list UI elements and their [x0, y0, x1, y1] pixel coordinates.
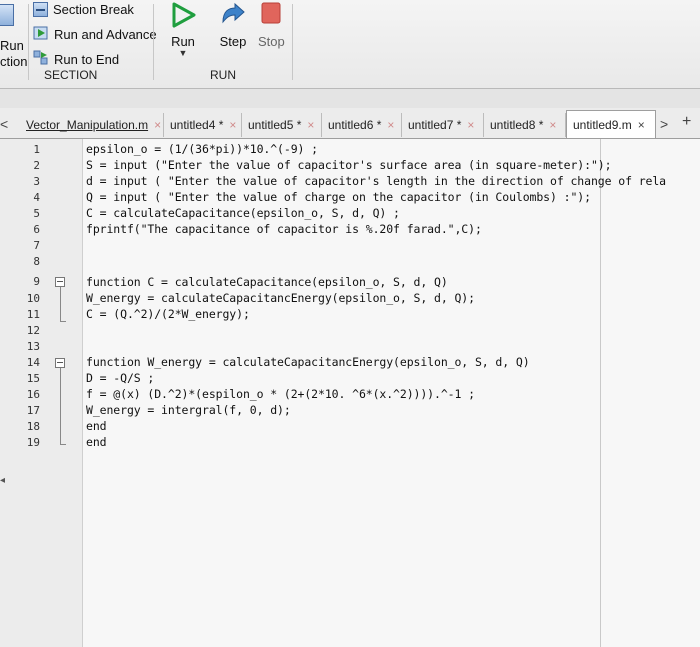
line-number: 4 [33, 191, 40, 204]
close-icon[interactable]: × [154, 118, 161, 132]
tab-label: untitled9.m [573, 117, 632, 132]
tab-untitled9-active[interactable]: untitled9.m × [566, 110, 656, 138]
tab-untitled8[interactable]: untitled8 * × [484, 113, 566, 137]
close-icon[interactable]: × [229, 118, 236, 132]
line-number: 11 [26, 308, 40, 321]
code-line[interactable]: W_energy = calculateCapacitancEnergy(eps… [86, 291, 475, 305]
line-number: 3 [33, 175, 40, 188]
tab-label: untitled8 * [490, 118, 544, 132]
line-number-gutter: 1 2 3 4 5 6 7 8 9 10 11 12 13 14 15 16 1… [0, 139, 83, 647]
tab-scroll-left-arrow[interactable]: < [0, 116, 8, 132]
line-number: 16 [26, 388, 40, 401]
fold-toggle-icon[interactable] [55, 358, 65, 368]
section-break-button[interactable]: Section Break [33, 2, 134, 17]
tab-untitled6[interactable]: untitled6 * × [322, 113, 402, 137]
run-to-end-button[interactable]: Run to End [33, 50, 119, 69]
line-number: 2 [33, 159, 40, 172]
fold-guide [60, 287, 61, 321]
section-group-label: SECTION [44, 68, 98, 82]
line-number: 5 [33, 207, 40, 220]
line-number: 17 [26, 404, 40, 417]
code-line[interactable]: S = input ("Enter the value of capacitor… [86, 158, 612, 172]
tab-label: Vector_Manipulation.m [26, 118, 149, 132]
line-number: 7 [33, 239, 40, 252]
line-number: 8 [33, 255, 40, 268]
editor-tab-bar: < Vector_Manipulation.m × untitled4 * × … [0, 108, 700, 139]
code-line[interactable]: fprintf("The capacitance of capacitor is… [86, 222, 482, 236]
toolstrip-collapse-strip [0, 89, 700, 108]
new-tab-plus-icon[interactable]: + [682, 113, 691, 131]
group-separator [28, 4, 29, 80]
tab-label: untitled7 * [408, 118, 462, 132]
fold-guide-end [60, 321, 66, 322]
run-section-icon[interactable] [0, 4, 14, 26]
line-number: 1 [33, 143, 40, 156]
tab-label: untitled6 * [328, 118, 382, 132]
code-line[interactable]: function W_energy = calculateCapacitancE… [86, 355, 530, 369]
fold-toggle-icon[interactable] [55, 277, 65, 287]
tab-untitled5[interactable]: untitled5 * × [242, 113, 322, 137]
tab-untitled7[interactable]: untitled7 * × [402, 113, 484, 137]
code-line[interactable]: d = input ( "Enter the value of capacito… [86, 174, 666, 188]
run-and-advance-icon [33, 25, 49, 44]
run-button[interactable]: Run ▼ [170, 2, 196, 58]
line-number: 19 [26, 436, 40, 449]
chevron-down-icon[interactable]: ▼ [179, 49, 188, 58]
run-play-icon [170, 2, 196, 28]
right-text-limit-line [600, 139, 601, 647]
tab-label: untitled5 * [248, 118, 302, 132]
section-break-icon [33, 2, 48, 17]
group-separator [153, 4, 154, 80]
close-icon[interactable]: × [638, 118, 645, 132]
code-line[interactable]: end [86, 435, 107, 449]
line-number: 10 [26, 292, 40, 305]
run-and-advance-button[interactable]: Run and Advance [33, 25, 157, 44]
stop-button[interactable]: Stop [258, 2, 285, 49]
tab-label: untitled4 * [170, 118, 224, 132]
code-editor[interactable]: 1 2 3 4 5 6 7 8 9 10 11 12 13 14 15 16 1… [0, 139, 700, 647]
code-line[interactable]: Q = input ( "Enter the value of charge o… [86, 190, 591, 204]
code-line[interactable]: W_energy = intergral(f, 0, d); [86, 403, 291, 417]
matlab-editor-window: Run ction Section Break Run and Advance [0, 0, 700, 647]
run-section-label-cut: ction [0, 54, 28, 69]
fold-guide [60, 368, 61, 444]
close-icon[interactable]: × [307, 118, 314, 132]
code-line[interactable]: end [86, 419, 107, 433]
code-line[interactable]: f = @(x) (D.^2)*(espilon_o * (2+(2*10. ^… [86, 387, 475, 401]
line-number: 14 [26, 356, 40, 369]
tab-untitled4[interactable]: untitled4 * × [164, 113, 242, 137]
code-line[interactable]: function C = calculateCapacitance(epsilo… [86, 275, 448, 289]
tab-scroll-right-arrow[interactable]: > [660, 116, 668, 132]
run-group-label: RUN [210, 68, 236, 82]
code-line[interactable]: C = calculateCapacitance(epsilon_o, S, d… [86, 206, 400, 220]
line-number: 13 [26, 340, 40, 353]
code-line[interactable]: D = -Q/S ; [86, 371, 154, 385]
step-icon [219, 2, 247, 28]
line-number: 9 [33, 275, 40, 288]
step-button[interactable]: Step [219, 2, 247, 49]
fold-guide-end [60, 444, 66, 445]
code-line[interactable]: C = (Q.^2)/(2*W_energy); [86, 307, 250, 321]
stop-icon [259, 2, 283, 28]
line-number: 15 [26, 372, 40, 385]
tab-vector-manipulation[interactable]: Vector_Manipulation.m × [20, 113, 164, 137]
code-line[interactable]: epsilon_o = (1/(36*pi))*10.^(-9) ; [86, 142, 318, 156]
line-number: 18 [26, 420, 40, 433]
collapsed-panel-caret-icon[interactable]: ◂ [0, 475, 6, 495]
close-icon[interactable]: × [387, 118, 394, 132]
close-icon[interactable]: × [467, 118, 474, 132]
line-number: 12 [26, 324, 40, 337]
toolstrip: Run ction Section Break Run and Advance [0, 0, 700, 89]
group-separator [292, 4, 293, 80]
run-to-end-icon [33, 50, 49, 69]
run-section-button-cut[interactable]: Run [0, 38, 24, 53]
line-number: 6 [33, 223, 40, 236]
close-icon[interactable]: × [549, 118, 556, 132]
